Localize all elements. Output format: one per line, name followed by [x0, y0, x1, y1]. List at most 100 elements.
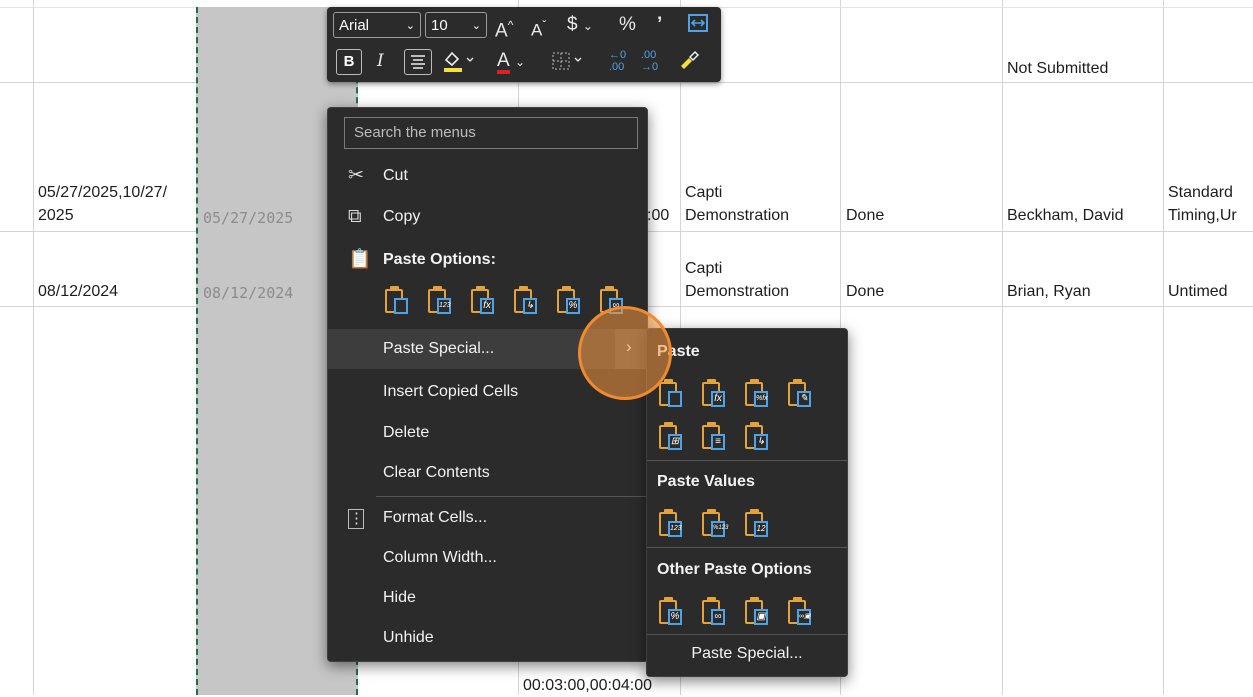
currency-button[interactable]: $ ⌄: [567, 12, 593, 39]
paste-transpose-icon[interactable]: ↳: [512, 286, 540, 316]
align-center-icon: [411, 55, 425, 69]
cut-label: Cut: [383, 167, 408, 184]
insert-copied-label: Insert Copied Cells: [383, 383, 519, 400]
paste-formulas-icon[interactable]: fx: [700, 379, 728, 409]
paste-formatting-icon[interactable]: %: [657, 597, 685, 627]
paste-link-icon[interactable]: ∞: [700, 597, 728, 627]
title-cell-line1[interactable]: Capti: [685, 182, 722, 204]
grow-font-icon: A: [495, 20, 508, 42]
percent-button[interactable]: %: [619, 12, 636, 38]
borders-icon: [552, 52, 582, 70]
shrink-font-button[interactable]: Aˇ: [531, 12, 546, 44]
submenu-separator: [647, 547, 847, 548]
submenu-separator: [647, 634, 847, 635]
paste-values-source-format-icon[interactable]: 12: [743, 509, 771, 539]
menu-search-input[interactable]: Search the menus: [344, 117, 638, 149]
comma-style-button[interactable]: ’: [657, 12, 662, 38]
clear-contents-menu-item[interactable]: Clear Contents: [328, 453, 647, 493]
submenu-separator: [647, 460, 847, 461]
timing-cell[interactable]: Untimed: [1168, 281, 1228, 303]
title-cell-line1[interactable]: Capti: [685, 258, 722, 280]
other-paste-options-header: Other Paste Options: [657, 561, 812, 578]
ghost-date-cell: 05/27/2025: [203, 209, 294, 227]
mini-toolbar: Arial ⌄ 10 ⌄ A^ Aˇ $ ⌄ % ’ B I A ⌄ ←0.00…: [327, 7, 721, 82]
copy-menu-item[interactable]: ⧉ Copy: [328, 197, 647, 237]
paste-picture-icon[interactable]: ▣: [743, 597, 771, 627]
grow-font-button[interactable]: A^: [495, 12, 513, 44]
paste-no-borders-icon[interactable]: ⊞: [657, 422, 685, 452]
state-cell[interactable]: Done: [846, 205, 884, 227]
title-cell-line2[interactable]: Demonstration: [685, 205, 789, 227]
scissors-icon: ✂: [348, 165, 364, 186]
fill-color-button[interactable]: [441, 48, 475, 82]
status-cell[interactable]: Not Submitted: [1007, 58, 1108, 80]
ghost-date-cell: 08/12/2024: [203, 284, 294, 302]
state-cell[interactable]: Done: [846, 281, 884, 303]
clipboard-icon: 📋: [348, 249, 372, 270]
format-painter-button[interactable]: [677, 48, 701, 80]
paste-values-number-format-icon[interactable]: %123: [700, 509, 728, 539]
delete-menu-item[interactable]: Delete: [328, 413, 647, 453]
align-center-button[interactable]: [404, 49, 432, 75]
font-size-dropdown[interactable]: 10 ⌄: [425, 12, 487, 38]
currency-icon: $: [567, 14, 578, 35]
format-cells-menu-item[interactable]: ⋮ Format Cells...: [328, 498, 647, 538]
hide-label: Hide: [383, 589, 416, 606]
paste-transpose-icon[interactable]: ↳: [743, 422, 771, 452]
time-cell-tail[interactable]: :00: [647, 205, 669, 227]
italic-button[interactable]: I: [377, 48, 384, 74]
paste-keep-column-widths-icon[interactable]: ≡: [700, 422, 728, 452]
hide-menu-item[interactable]: Hide: [328, 578, 647, 618]
paint-bucket-icon: [444, 51, 474, 72]
title-cell-line2[interactable]: Demonstration: [685, 281, 789, 303]
paste-linked-picture-icon[interactable]: ∞▣: [786, 597, 814, 627]
format-painter-icon: [681, 50, 700, 69]
paste-special-label: Paste Special...: [383, 340, 495, 357]
copy-icon: ⧉: [348, 206, 362, 227]
unhide-label: Unhide: [383, 629, 434, 646]
click-highlight-marker: [578, 306, 672, 400]
font-name-dropdown[interactable]: Arial ⌄: [333, 12, 421, 38]
dates-cell-line1[interactable]: 05/27/2025,10/27/: [38, 182, 167, 204]
copy-marquee-left: [196, 7, 198, 695]
delete-label: Delete: [383, 424, 430, 441]
name-cell[interactable]: Beckham, David: [1007, 205, 1124, 227]
clear-contents-label: Clear Contents: [383, 464, 490, 481]
paste-icon[interactable]: [383, 286, 411, 316]
font-color-button[interactable]: A ⌄: [497, 48, 525, 75]
menu-separator: [376, 496, 647, 497]
dates-cell[interactable]: 08/12/2024: [38, 281, 118, 303]
dates-cell-line2[interactable]: 2025: [38, 205, 74, 227]
column-width-menu-item[interactable]: Column Width...: [328, 538, 647, 578]
bold-button[interactable]: B: [336, 49, 362, 75]
increase-decimal-icon: .00: [609, 61, 625, 73]
paste-formulas-icon[interactable]: fx: [469, 286, 497, 316]
font-color-icon: A: [497, 51, 510, 74]
timing-cell-line2[interactable]: Timing,Ur: [1168, 205, 1237, 227]
paste-options-header: 📋 Paste Options:: [328, 240, 647, 280]
paste-all-icon[interactable]: [657, 379, 685, 409]
paste-formulas-number-format-icon[interactable]: %fx: [743, 379, 771, 409]
font-size-value: 10: [431, 17, 448, 34]
timing-cell-line1[interactable]: Standard: [1168, 182, 1233, 204]
paste-values-icon[interactable]: 123: [657, 509, 685, 539]
paste-options-label: Paste Options:: [383, 251, 496, 268]
name-cell[interactable]: Brian, Ryan: [1007, 281, 1091, 303]
chevron-down-icon: ⌄: [471, 20, 481, 32]
shrink-font-icon: A: [531, 20, 543, 40]
paste-keep-source-format-icon[interactable]: ✎: [786, 379, 814, 409]
unhide-menu-item[interactable]: Unhide: [328, 618, 647, 658]
paste-values-icon[interactable]: 123: [426, 286, 454, 316]
paste-formatting-icon[interactable]: %: [555, 286, 583, 316]
merge-center-icon[interactable]: [687, 12, 709, 42]
increase-decimal-button[interactable]: ←0.00: [609, 49, 626, 73]
paste-special-submenu: Paste fx %fx ✎ ⊞ ≡ ↳ Paste Values 123 %1…: [646, 328, 848, 677]
decrease-decimal-button[interactable]: .00 →0: [641, 49, 658, 73]
font-name-value: Arial: [339, 17, 370, 34]
paste-special-dialog-link[interactable]: Paste Special...: [647, 645, 847, 663]
cut-menu-item[interactable]: ✂ Cut: [328, 156, 647, 196]
column-width-label: Column Width...: [383, 549, 497, 566]
time-cell[interactable]: 00:03:00,00:04:00: [523, 675, 652, 697]
borders-button[interactable]: [549, 48, 583, 82]
decrease-decimal-icon: .00: [641, 49, 657, 61]
